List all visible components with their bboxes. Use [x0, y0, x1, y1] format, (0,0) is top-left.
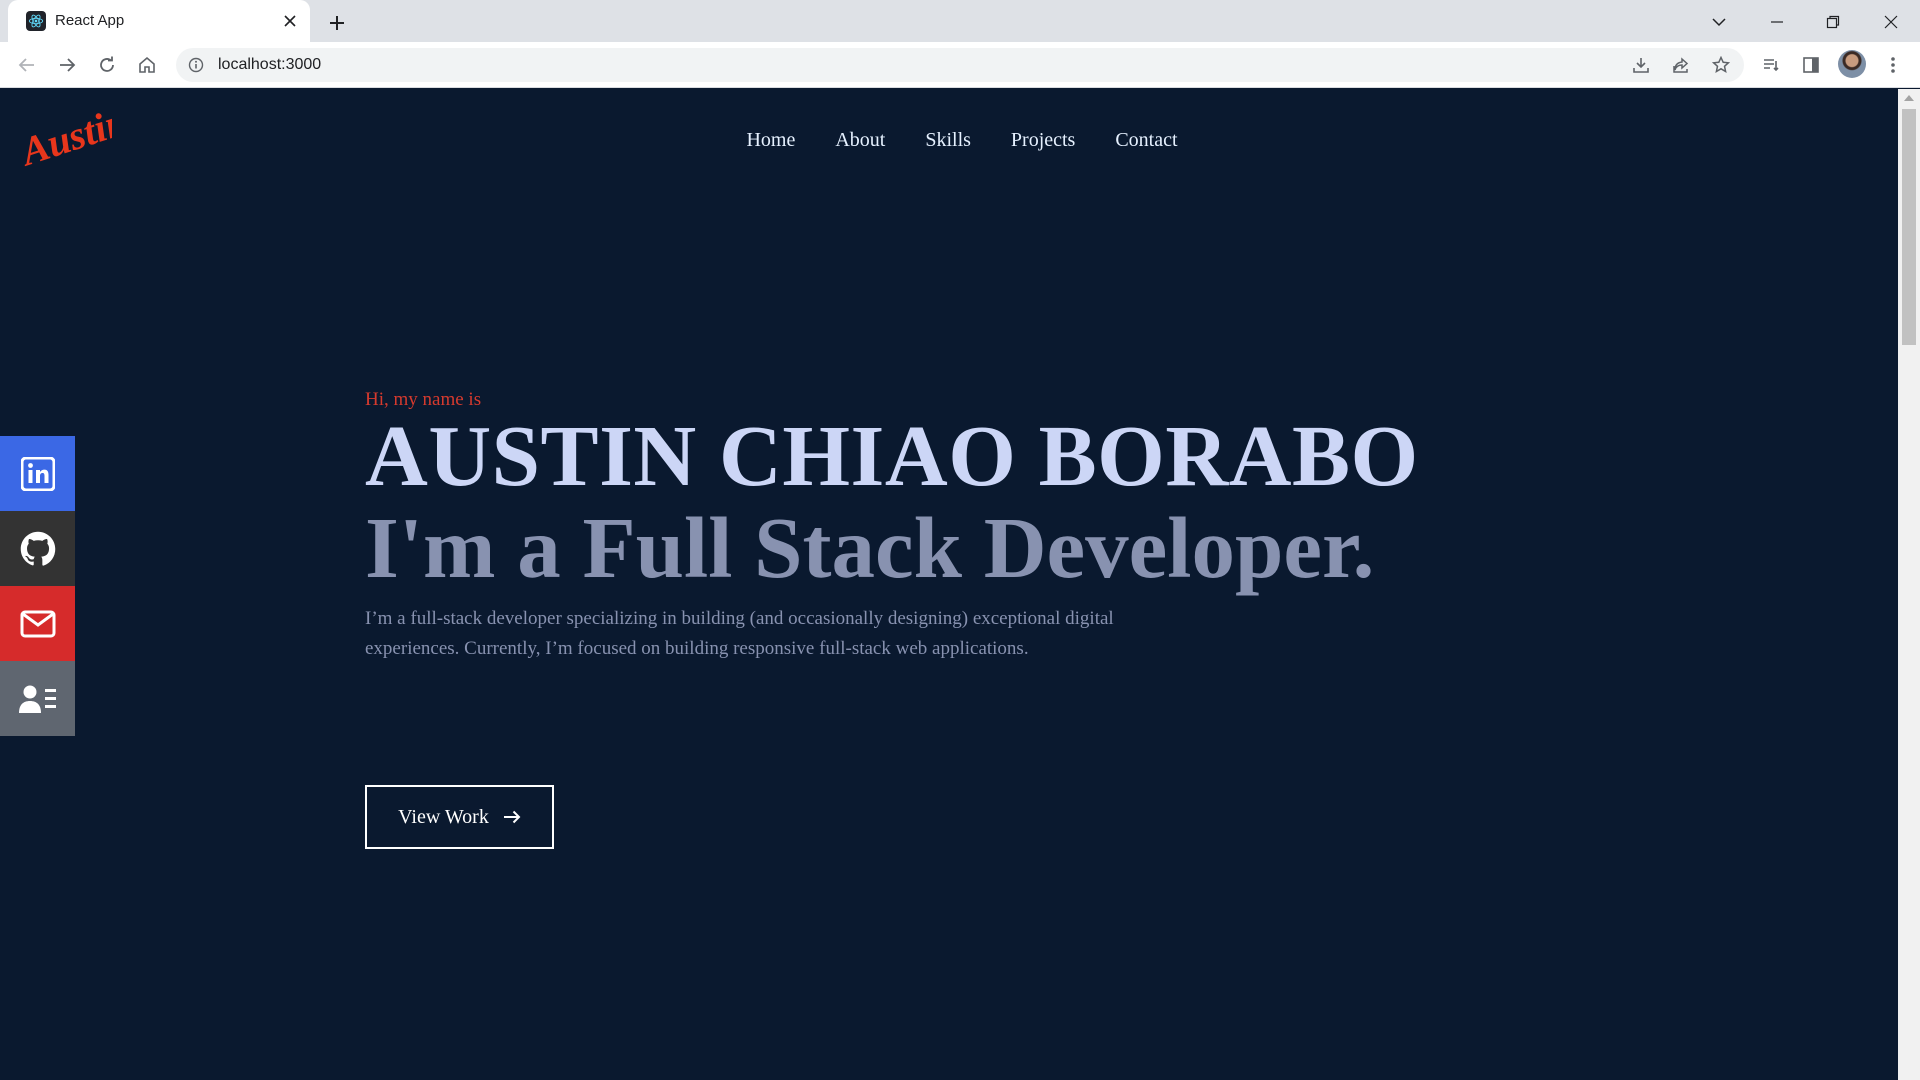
page-scrollbar[interactable] [1898, 89, 1920, 1080]
nav-home[interactable]: Home [746, 129, 795, 152]
hero-name: AUSTIN CHIAO BORABO [365, 407, 1419, 504]
address-bar[interactable]: localhost:3000 [176, 48, 1744, 82]
linkedin-link[interactable] [0, 436, 75, 511]
github-link[interactable] [0, 511, 75, 586]
view-work-button[interactable]: View Work [365, 785, 554, 849]
install-app-icon[interactable] [1626, 50, 1656, 80]
reading-list-icon[interactable] [1756, 50, 1786, 80]
forward-icon[interactable] [52, 50, 82, 80]
browser-menu-icon[interactable] [1878, 50, 1908, 80]
home-icon[interactable] [132, 50, 162, 80]
new-tab-icon[interactable] [324, 10, 350, 36]
email-link[interactable] [0, 586, 75, 661]
resume-icon [18, 685, 56, 713]
nav-skills[interactable]: Skills [925, 129, 971, 152]
tab-close-icon[interactable] [280, 11, 300, 31]
browser-tabbar: React App [0, 0, 1920, 42]
hero-description: I’m a full-stack developer specializing … [365, 608, 1114, 659]
arrow-right-icon [503, 810, 521, 824]
browser-toolbar: localhost:3000 [0, 42, 1920, 88]
scroll-up-arrow-icon[interactable] [1904, 95, 1914, 101]
tab-search-chevron-icon[interactable] [1704, 7, 1734, 37]
hero-role: I'm a Full Stack Developer. [365, 499, 1375, 596]
tab-title: React App [55, 12, 125, 29]
profile-avatar[interactable] [1838, 50, 1866, 78]
nav-contact[interactable]: Contact [1115, 129, 1177, 152]
main-nav: Home About Skills Projects Contact [0, 129, 1898, 152]
nav-projects[interactable]: Projects [1011, 129, 1075, 152]
linkedin-icon [20, 456, 55, 491]
reload-icon[interactable] [92, 50, 122, 80]
hero-section: Hi, my name is AUSTIN CHIAO BORABO I'm a… [365, 389, 1565, 849]
resume-link[interactable] [0, 661, 75, 736]
close-window-icon[interactable] [1876, 7, 1906, 37]
share-icon[interactable] [1666, 50, 1696, 80]
minimize-icon[interactable] [1762, 7, 1792, 37]
back-icon[interactable] [12, 50, 42, 80]
restore-icon[interactable] [1818, 7, 1848, 37]
portfolio-page: Austin Home About Skills Projects Contac… [0, 89, 1898, 1080]
browser-tab[interactable]: React App [8, 0, 310, 42]
view-work-label: View Work [398, 805, 489, 828]
scrollbar-thumb[interactable] [1902, 109, 1916, 345]
nav-about[interactable]: About [835, 129, 885, 152]
github-icon [20, 531, 55, 566]
site-info-icon[interactable] [186, 55, 206, 75]
url-text: localhost:3000 [218, 56, 322, 73]
bookmark-star-icon[interactable] [1706, 50, 1736, 80]
side-panel-icon[interactable] [1796, 50, 1826, 80]
social-sidebar [0, 436, 75, 736]
react-favicon-icon [26, 11, 46, 31]
mail-icon [20, 610, 55, 637]
